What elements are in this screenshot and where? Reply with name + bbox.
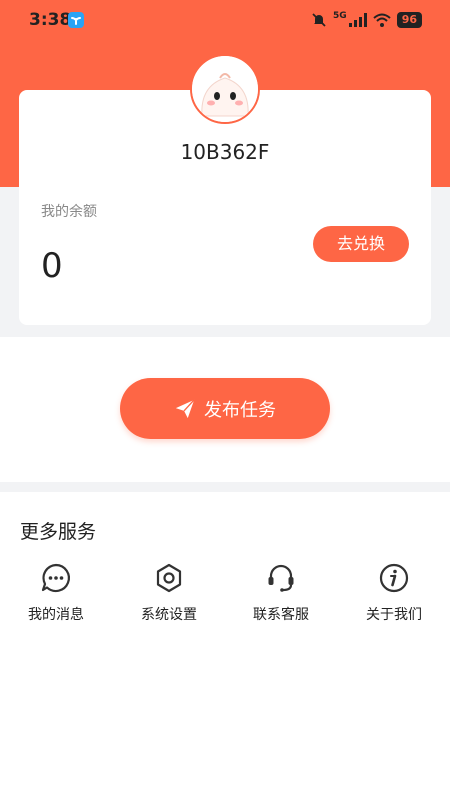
publish-task-label: 发布任务 <box>204 399 276 421</box>
info-icon <box>379 563 409 593</box>
avatar[interactable] <box>190 54 260 124</box>
section-divider <box>0 482 450 492</box>
paper-plane-icon <box>175 398 195 418</box>
mascot-avatar-icon <box>192 56 258 122</box>
exchange-button[interactable]: 去兑换 <box>313 226 409 262</box>
network-label: 5G <box>333 11 347 21</box>
service-label: 系统设置 <box>141 607 197 623</box>
service-label: 关于我们 <box>366 607 422 623</box>
service-my-messages[interactable]: 我的消息 <box>11 562 101 632</box>
services-grid: 我的消息 系统设置 联系客服 关于我们 <box>0 562 450 632</box>
service-label: 我的消息 <box>28 607 84 623</box>
user-id: 10B362F <box>180 140 270 164</box>
service-about-us[interactable]: 关于我们 <box>349 562 439 632</box>
chat-bubble-icon <box>41 563 70 593</box>
status-time: 3:38 <box>29 10 72 30</box>
battery-level: 96 <box>396 12 422 28</box>
hex-nut-settings-icon <box>156 563 182 593</box>
app-notification-icon <box>68 12 84 28</box>
section-title: 更多服务 <box>20 521 97 543</box>
balance-value: 0 <box>41 246 63 286</box>
status-bar: 3:38 5G 96 <box>0 0 450 40</box>
status-indicators: 5G 96 <box>311 11 422 29</box>
wifi-icon <box>373 13 391 27</box>
service-contact-support[interactable]: 联系客服 <box>236 562 326 632</box>
bell-mute-icon <box>312 13 326 27</box>
service-system-settings[interactable]: 系统设置 <box>124 562 214 632</box>
headset-icon <box>268 564 294 592</box>
balance-label: 我的余额 <box>41 204 97 220</box>
publish-task-button[interactable]: 发布任务 <box>120 378 330 439</box>
service-label: 联系客服 <box>253 607 309 623</box>
profile-card: 10B362F 我的余额 0 去兑换 <box>19 90 431 325</box>
signal-icon <box>348 13 367 27</box>
